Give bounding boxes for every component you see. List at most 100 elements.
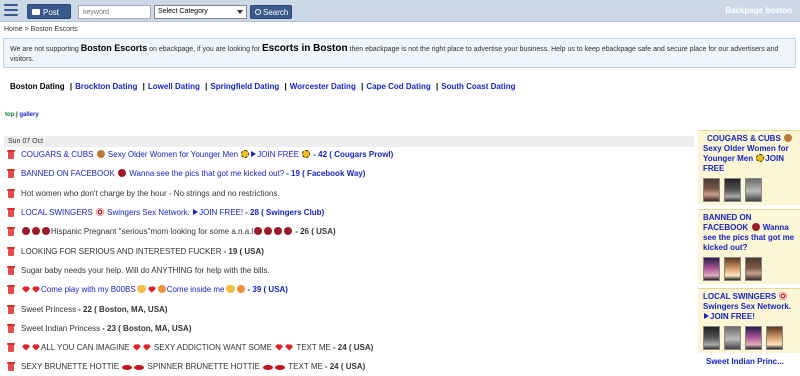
listing-location: - 22 ( Boston, MA, USA) <box>78 304 168 314</box>
listing-title[interactable]: Sugar baby needs your help. Will do ANYT… <box>21 266 270 275</box>
thumbnail[interactable] <box>724 257 741 281</box>
city-nav: Boston Dating | Brockton Dating | Lowell D… <box>10 82 515 91</box>
thumbnail[interactable] <box>745 326 762 350</box>
trash-icon[interactable] <box>7 362 15 372</box>
top-view-link[interactable]: top <box>5 112 14 118</box>
listing-location: - 26 ( USA) <box>295 227 336 237</box>
city-separator: | <box>69 82 73 91</box>
breadcrumb-separator: > <box>22 26 31 33</box>
trash-icon[interactable] <box>7 343 15 353</box>
sponsored-card[interactable]: COUGARS & CUBS Sexy Older Women for Youn… <box>698 130 800 205</box>
thumbnail[interactable] <box>766 326 783 350</box>
listing-title[interactable]: LOOKING FOR SERIOUS AND INTERESTED FUCKE… <box>21 247 221 256</box>
thumbnail[interactable] <box>703 257 720 281</box>
heart-icon <box>132 343 141 351</box>
city-separator: | <box>142 82 145 91</box>
city-link-springfield[interactable]: Springfield Dating <box>210 82 279 91</box>
devil-icon <box>42 227 50 236</box>
bee-icon <box>756 153 765 162</box>
sponsored-card[interactable]: LOCAL SWINGERS Swingers Sex Network. JOI… <box>698 288 800 353</box>
city-link-brockton[interactable]: Brockton Dating <box>75 82 137 91</box>
listing-title[interactable]: SEXY BRUNETTE HOTTIE SPINNER BRUNETTE HO… <box>21 362 323 371</box>
list-item[interactable]: ALL YOU CAN IMAGINE SEXY ADDICTION WANT … <box>4 338 694 357</box>
list-item[interactable]: LOCAL SWINGERS Swingers Sex Network. JOI… <box>4 203 694 222</box>
thumbnail[interactable] <box>724 326 741 350</box>
category-select[interactable]: Select Category <box>154 5 247 19</box>
brand-link[interactable]: Backpage boston <box>725 6 792 15</box>
trash-icon[interactable] <box>7 246 15 256</box>
list-item[interactable]: Sweet Indian Princess - 23 ( Boston, MA,… <box>4 319 694 338</box>
list-item[interactable]: Hispanic Pregnant ''serious''mom looking… <box>4 222 694 241</box>
listing-title[interactable]: Hispanic Pregnant ''serious''mom looking… <box>21 227 293 236</box>
city-separator: | <box>284 82 287 91</box>
breadcrumb-home[interactable]: Home <box>4 26 23 33</box>
devil-icon <box>254 227 263 236</box>
top-bar: Post ad Select Category Search Backpage … <box>0 0 800 32</box>
listing-location: - 24 ( USA) <box>332 343 374 353</box>
thumbnail[interactable] <box>703 326 720 350</box>
city-link-cape-cod[interactable]: Cape Cod Dating <box>366 82 430 91</box>
sponsored-sidebar: COUGARS & CUBS Sexy Older Women for Youn… <box>698 130 800 376</box>
listing-title[interactable]: Hot women who don't charge by the hour -… <box>21 189 280 198</box>
listing-title[interactable]: BANNED ON FACEBOOK Wanna see the pics th… <box>21 169 284 178</box>
city-link-south-coast[interactable]: South Coast Dating <box>441 82 515 91</box>
sponsored-title[interactable]: LOCAL SWINGERS Swingers Sex Network. JOI… <box>703 291 797 322</box>
list-item[interactable]: COUGARS & CUBS Sexy Older Women for Youn… <box>4 145 694 164</box>
city-current: Boston Dating <box>10 82 65 91</box>
list-item[interactable]: Hot women who don't charge by the hour -… <box>4 184 694 203</box>
listing-location: - 23 ( Boston, MA, USA) <box>102 323 192 333</box>
trash-icon[interactable] <box>7 169 15 179</box>
city-link-lowell[interactable]: Lowell Dating <box>148 82 200 91</box>
notice-text-1: We are not supporting <box>10 46 81 53</box>
sponsored-title-partial[interactable]: Sweet Indian Princ... <box>698 357 800 366</box>
list-item[interactable]: Come play with my B00BS Come inside me - … <box>4 280 694 299</box>
search-icon <box>255 8 261 15</box>
list-item[interactable]: Sugar baby needs your help. Will do ANYT… <box>4 261 694 280</box>
breadcrumb-current[interactable]: Boston Escorts <box>31 26 78 33</box>
trash-icon[interactable] <box>7 188 15 198</box>
city-link-worcester[interactable]: Worcester Dating <box>290 82 356 91</box>
listing-title[interactable]: Sweet Indian Princess <box>21 324 100 333</box>
lips-icon <box>122 364 133 370</box>
devil-icon <box>22 227 30 236</box>
listing-title[interactable]: COUGARS & CUBS Sexy Older Women for Youn… <box>21 150 311 159</box>
thumbnail[interactable] <box>745 178 762 202</box>
thumbnail[interactable] <box>745 257 762 281</box>
search-button[interactable]: Search <box>250 5 292 19</box>
listing-title[interactable]: ALL YOU CAN IMAGINE SEXY ADDICTION WANT … <box>21 343 331 352</box>
heart-icon <box>142 343 151 351</box>
devil-icon <box>751 222 760 231</box>
trash-icon[interactable] <box>7 323 15 333</box>
city-separator: | <box>436 82 439 91</box>
sponsored-card[interactable]: BANNED ON FACEBOOK Wanna see the pics th… <box>698 209 800 284</box>
trash-icon[interactable] <box>7 227 15 237</box>
bear-icon <box>96 150 105 159</box>
menu-icon[interactable] <box>4 4 18 16</box>
thumbnail[interactable] <box>703 178 720 202</box>
trash-icon[interactable] <box>7 265 15 275</box>
breadcrumb: Home > Boston Escorts <box>4 26 78 33</box>
gallery-view-link[interactable]: gallery <box>19 112 38 118</box>
listing-title[interactable]: LOCAL SWINGERS Swingers Sex Network. JOI… <box>21 207 243 217</box>
trash-icon[interactable] <box>7 304 15 314</box>
sponsored-title[interactable]: BANNED ON FACEBOOK Wanna see the pics th… <box>703 213 797 253</box>
keyword-input[interactable] <box>78 5 151 19</box>
trash-icon[interactable] <box>7 208 15 218</box>
peach-icon <box>157 285 166 294</box>
post-icon <box>32 8 40 15</box>
post-ad-button[interactable]: Post ad <box>27 4 71 32</box>
list-item[interactable]: SEXY BRUNETTE HOTTIE SPINNER BRUNETTE HO… <box>4 357 694 376</box>
list-item[interactable]: BANNED ON FACEBOOK Wanna see the pics th… <box>4 164 694 183</box>
heart-icon <box>32 285 40 293</box>
listing-title[interactable]: Sweet Princess <box>21 305 76 314</box>
sponsored-title[interactable]: COUGARS & CUBS Sexy Older Women for Youn… <box>703 133 797 174</box>
arrow-icon <box>251 151 257 158</box>
target-icon <box>779 291 788 300</box>
thumbnail[interactable] <box>724 178 741 202</box>
trash-icon[interactable] <box>7 150 15 160</box>
search-label: Search <box>263 8 289 17</box>
list-item[interactable]: Sweet Princess - 22 ( Boston, MA, USA) <box>4 299 694 318</box>
trash-icon[interactable] <box>7 285 15 295</box>
list-item[interactable]: LOOKING FOR SERIOUS AND INTERESTED FUCKE… <box>4 241 694 260</box>
listing-title[interactable]: Come play with my B00BS Come inside me <box>21 285 246 294</box>
